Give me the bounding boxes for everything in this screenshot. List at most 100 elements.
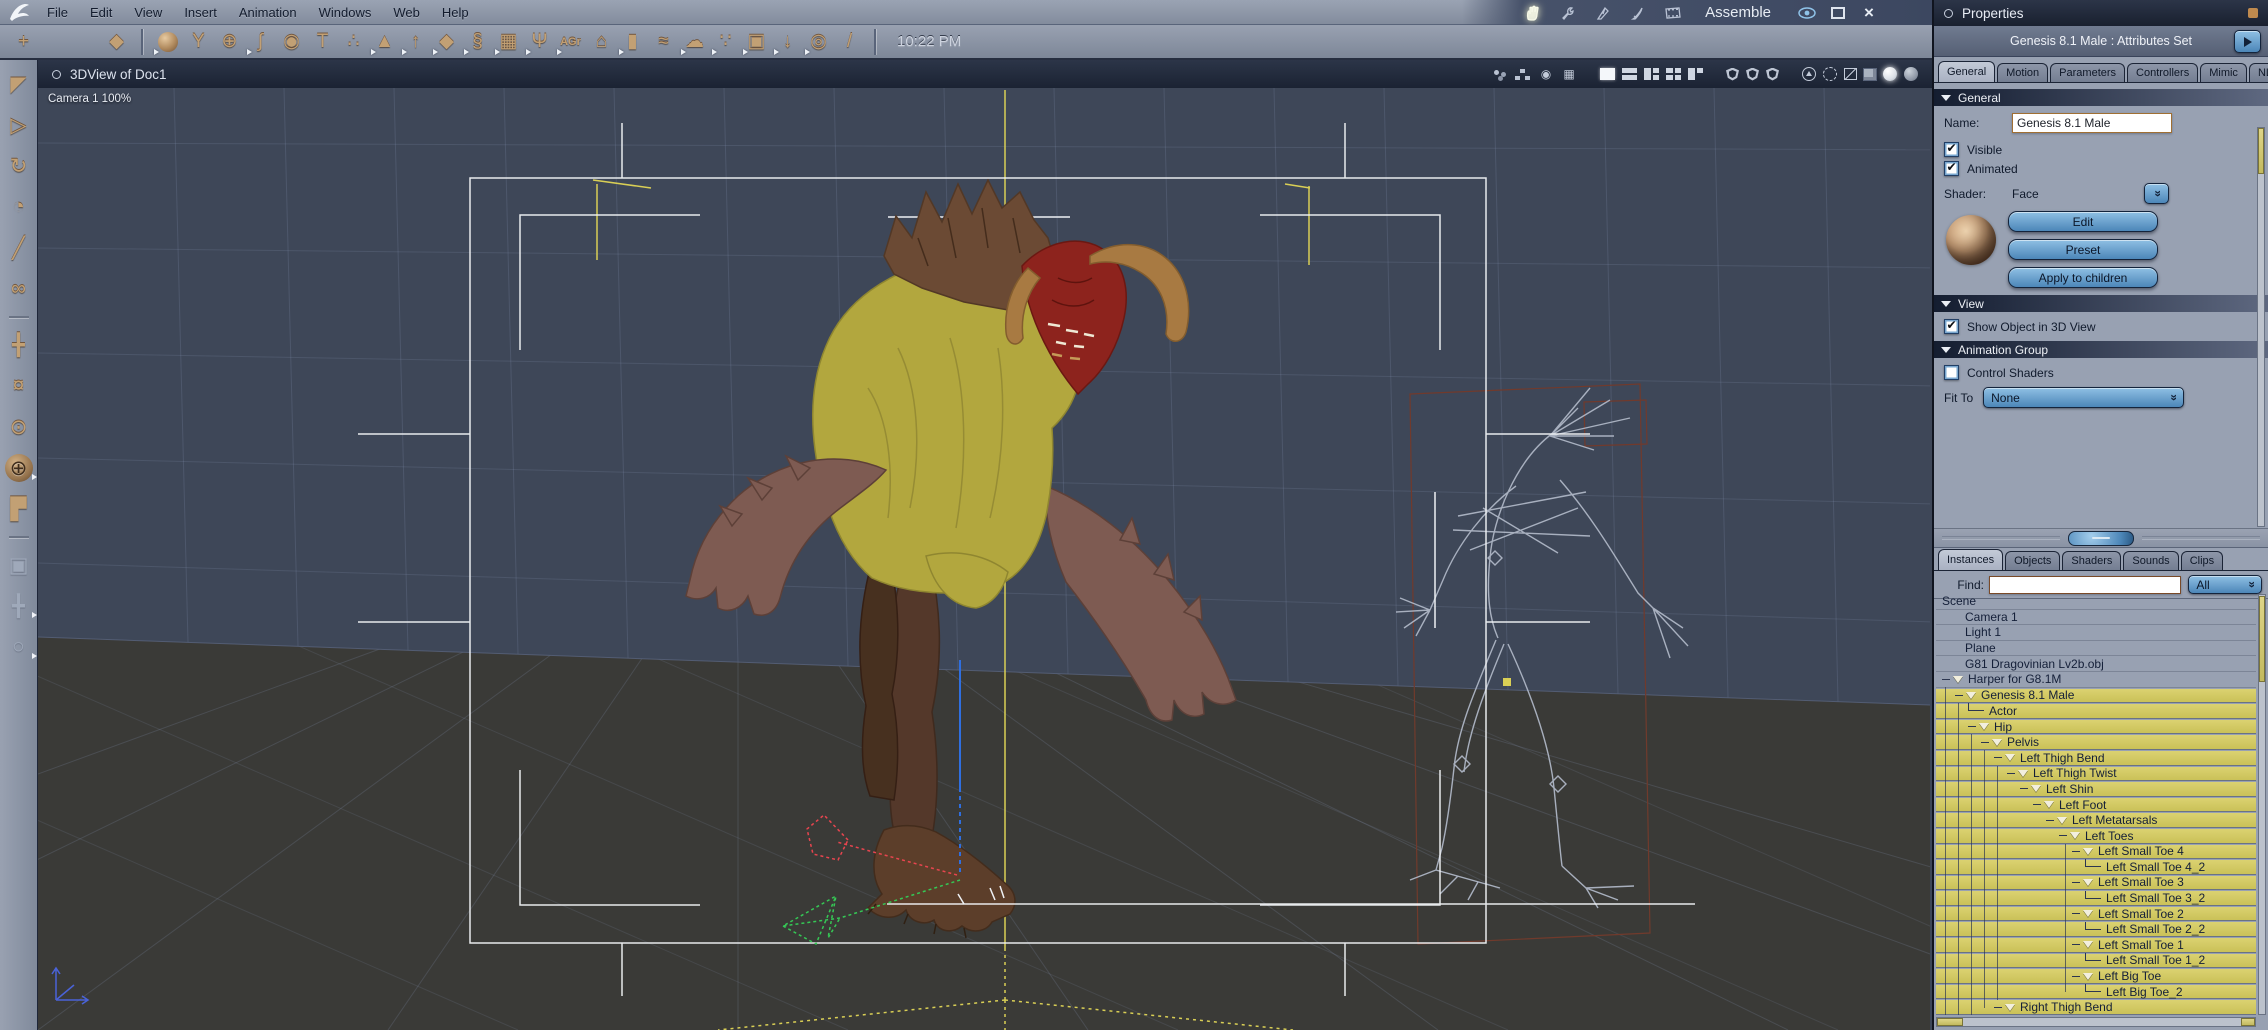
show-object-checkbox[interactable] — [1944, 319, 1959, 334]
sphere-dotted-icon[interactable] — [1823, 67, 1837, 81]
tree-scrollbar-vertical[interactable] — [2258, 594, 2266, 1015]
fit-to-dropdown[interactable]: None « — [1983, 387, 2185, 408]
panel-forward-button[interactable] — [2234, 30, 2261, 53]
panel-splitter[interactable] — [1934, 528, 2268, 548]
viewport-collapse-icon[interactable] — [52, 69, 61, 79]
scrollbar-thumb[interactable] — [1937, 1018, 1963, 1026]
insert-light-icon[interactable]: ↓ — [773, 28, 802, 56]
insert-capsule-icon[interactable]: ▮ — [618, 28, 647, 56]
expand-arrow-icon[interactable] — [1979, 723, 1989, 731]
panel-menu-icon[interactable] — [2248, 8, 2258, 18]
cube-solid-icon[interactable] — [1864, 68, 1876, 80]
dolly-camera-icon[interactable] — [5, 372, 33, 400]
maximize-button[interactable] — [1829, 5, 1847, 21]
expand-arrow-icon[interactable] — [2005, 1003, 2015, 1011]
stamp-tool-icon[interactable]: ◆ — [102, 28, 131, 56]
render-room-film-icon[interactable] — [1662, 3, 1684, 23]
corner-view-icon[interactable] — [5, 495, 33, 523]
insert-sphere-icon[interactable] — [153, 28, 182, 56]
sphere-textured-icon[interactable] — [1904, 67, 1918, 81]
browser-tab[interactable]: Shaders — [2062, 551, 2122, 570]
scrollbar-thumb[interactable] — [2258, 128, 2264, 174]
expand-arrow-icon[interactable] — [2083, 847, 2093, 855]
properties-titlebar[interactable]: Properties — [1934, 0, 2268, 26]
browser-tab[interactable]: Instances — [1938, 549, 2004, 570]
scale-tool-icon[interactable] — [5, 193, 33, 221]
browser-tab[interactable]: Clips — [2180, 551, 2224, 570]
shader-action-button[interactable]: Edit — [2008, 211, 2158, 232]
section-header-animation-group[interactable]: Animation Group — [1934, 341, 2268, 358]
name-input[interactable] — [2012, 113, 2172, 133]
assemble-room-hand-icon[interactable] — [1522, 3, 1544, 23]
circle-up-icon[interactable] — [1802, 67, 1816, 81]
expand-arrow-icon[interactable] — [1966, 691, 1976, 699]
layout-rows-icon[interactable] — [1622, 68, 1637, 80]
pan-camera-icon[interactable] — [5, 331, 33, 359]
scrollbar-thumb[interactable] — [2259, 596, 2265, 682]
layout-corner-icon[interactable] — [1688, 68, 1703, 80]
expand-arrow-icon[interactable] — [2083, 941, 2093, 949]
trackball-camera-icon[interactable] — [4, 454, 37, 482]
hand-tool-icon[interactable] — [40, 28, 69, 56]
tree-row[interactable]: G81 Dragovinian Lv2b.obj — [1936, 656, 2256, 672]
link-tool-icon[interactable] — [5, 275, 33, 303]
insert-cone-icon[interactable]: ◉ — [277, 28, 306, 56]
model-room-wrench-icon[interactable] — [1557, 3, 1579, 23]
camera-hud-icon[interactable] — [1538, 68, 1554, 81]
tree-row[interactable]: Hip — [1936, 718, 2256, 735]
shader-action-button[interactable]: Preset — [2008, 239, 2158, 260]
menu-item[interactable]: Insert — [173, 5, 228, 20]
tree-scrollbar-horizontal[interactable] — [1936, 1017, 2256, 1027]
insert-spline-icon[interactable]: ∫ — [246, 28, 275, 56]
properties-tab[interactable]: Motion — [1997, 63, 2049, 82]
tree-row[interactable]: Plane — [1936, 641, 2256, 657]
tree-row[interactable]: Scene — [1936, 594, 2256, 610]
tree-row[interactable]: Light 1 — [1936, 625, 2256, 641]
spheres-cluster-icon[interactable] — [1492, 68, 1508, 81]
browser-tab[interactable]: Sounds — [2123, 551, 2179, 570]
menu-item[interactable]: Animation — [228, 5, 308, 20]
eyedropper-tool-icon[interactable] — [5, 234, 33, 262]
find-input[interactable] — [1989, 575, 2182, 594]
properties-scrollbar[interactable] — [2257, 127, 2265, 527]
insert-terrain-icon[interactable]: ▲ — [370, 28, 399, 56]
browser-tab[interactable]: Objects — [2005, 551, 2061, 570]
select-tool-icon[interactable] — [5, 70, 33, 98]
insert-fire-icon[interactable]: § — [463, 28, 492, 56]
animated-checkbox[interactable] — [1944, 161, 1959, 176]
wrench-tool-icon[interactable] — [71, 28, 100, 56]
3d-viewport[interactable]: Camera 1 100% — [38, 88, 1932, 1030]
zoom-tool-icon[interactable] — [5, 633, 37, 661]
shield-person-icon[interactable] — [1746, 67, 1759, 81]
shader-dropdown-button[interactable]: « — [2144, 183, 2169, 204]
bone-chain-tool-icon[interactable]: + — [9, 28, 38, 56]
properties-tab[interactable]: NLA — [2248, 63, 2268, 82]
expand-arrow-icon[interactable] — [2031, 785, 2041, 793]
section-header-general[interactable]: General — [1934, 89, 2268, 106]
render-camera-icon[interactable] — [5, 551, 33, 579]
expand-arrow-icon[interactable] — [2057, 816, 2067, 824]
viewport-tab[interactable]: 3DView of Doc1 — [38, 67, 181, 82]
expand-arrow-icon[interactable] — [2070, 832, 2080, 840]
control-shaders-checkbox[interactable] — [1944, 365, 1959, 380]
cube-wire-icon[interactable] — [1844, 68, 1857, 80]
insert-tree-icon[interactable]: ↑ — [401, 28, 430, 56]
insert-bone-icon[interactable]: / — [835, 28, 864, 56]
hierarchy-icon[interactable] — [1515, 68, 1531, 81]
insert-spray-icon[interactable]: ∵ — [711, 28, 740, 56]
menu-item[interactable]: View — [123, 5, 173, 20]
properties-tab[interactable]: General — [1938, 61, 1996, 82]
insert-camera-icon[interactable]: ▣ — [742, 28, 771, 56]
tree-row[interactable]: Pelvis — [1936, 734, 2256, 750]
shader-thumbnail[interactable] — [1946, 215, 1996, 265]
insert-metaball-icon[interactable]: ⊕ — [215, 28, 244, 56]
shield-grid-icon[interactable] — [1726, 67, 1739, 81]
tree-row[interactable]: Genesis 8.1 Male — [1936, 687, 2256, 704]
expand-arrow-icon[interactable] — [2044, 801, 2054, 809]
properties-tab[interactable]: Parameters — [2050, 63, 2126, 82]
shader-action-button[interactable]: Apply to children — [2008, 267, 2158, 288]
section-header-view[interactable]: View — [1934, 295, 2268, 312]
viewport-icon[interactable] — [1710, 68, 1719, 81]
layout-quad-icon[interactable] — [1666, 68, 1681, 80]
tool-icon[interactable] — [8, 536, 29, 538]
